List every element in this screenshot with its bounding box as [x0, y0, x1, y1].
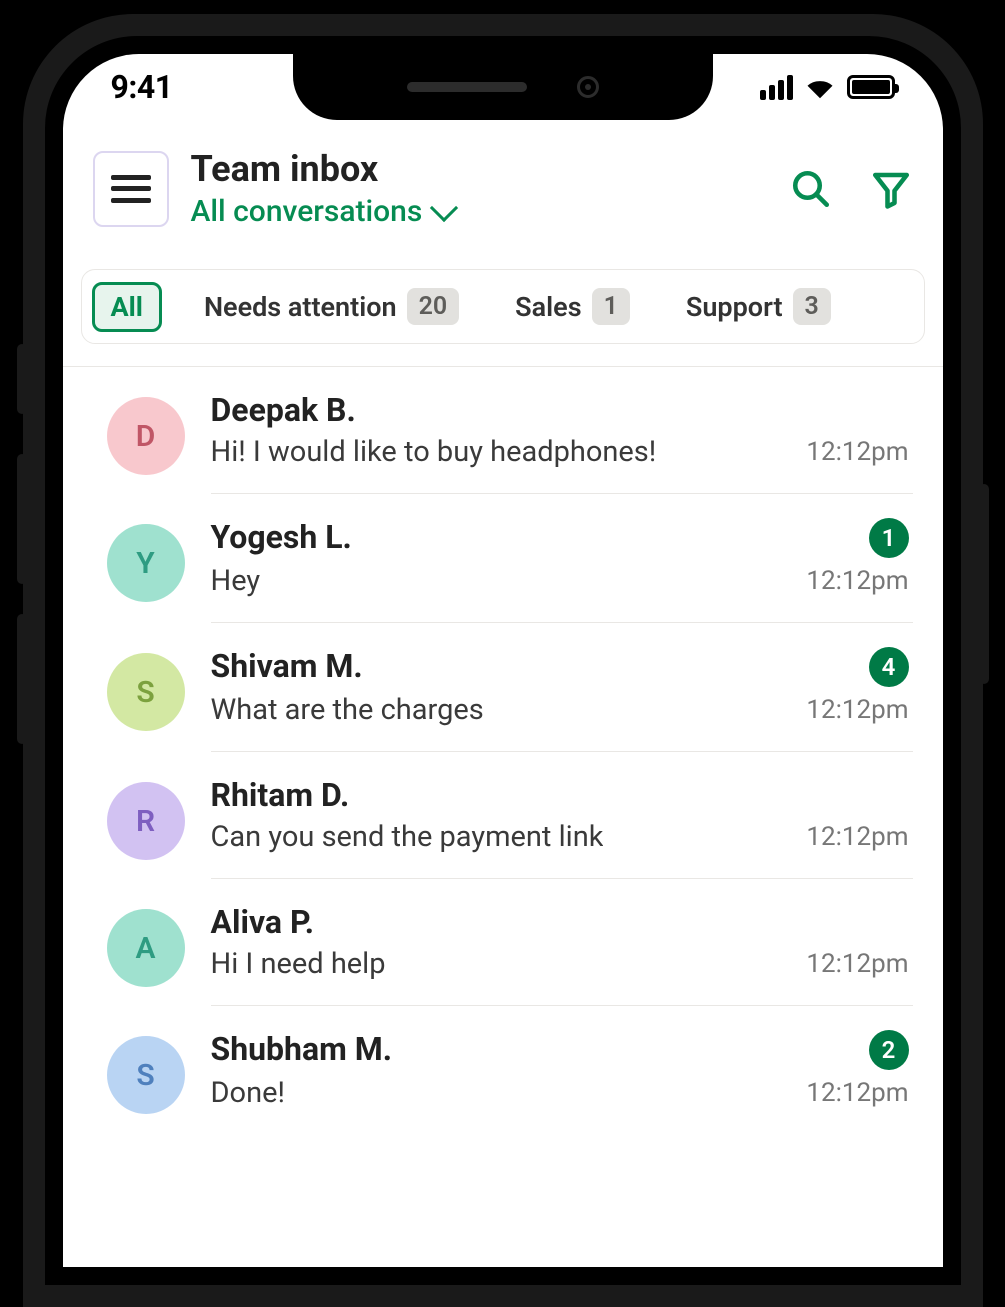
phone-notch — [293, 54, 713, 120]
filter-chip-count: 20 — [407, 288, 460, 325]
header-titles: Team inbox All conversations — [191, 148, 767, 229]
search-button[interactable] — [789, 167, 833, 211]
filter-chip-sales[interactable]: Sales 1 — [501, 280, 644, 333]
filter-chip-label: All — [111, 291, 143, 323]
unread-badge: 4 — [869, 647, 909, 687]
filter-chip-count: 3 — [793, 288, 831, 325]
phone-volume-down — [17, 614, 27, 744]
message-time: 12:12pm — [806, 566, 908, 596]
contact-name: Yogesh L. — [211, 518, 352, 556]
header-subtitle-dropdown[interactable]: All conversations — [191, 194, 767, 229]
chevron-down-icon — [430, 193, 458, 221]
message-time: 12:12pm — [806, 437, 908, 467]
phone-bezel: 9:41 Team inbox — [45, 36, 961, 1285]
hamburger-icon — [111, 175, 151, 203]
message-preview: Hi I need help — [211, 947, 386, 981]
avatar: S — [107, 1036, 185, 1114]
avatar: S — [107, 653, 185, 731]
avatar: Y — [107, 524, 185, 602]
filter-bar: All Needs attention 20 Sales 1 Support 3 — [81, 269, 925, 344]
message-time: 12:12pm — [806, 1078, 908, 1108]
conversation-row[interactable]: S Shubham M. 2 Done! 12:12pm — [63, 1006, 943, 1134]
contact-name: Aliva P. — [211, 903, 314, 941]
search-icon — [790, 168, 832, 210]
unread-badge: 1 — [869, 518, 909, 558]
menu-button[interactable] — [93, 151, 169, 227]
contact-name: Shubham M. — [211, 1030, 393, 1068]
app-header: Team inbox All conversations — [63, 120, 943, 249]
phone-power-button — [979, 484, 989, 684]
contact-name: Deepak B. — [211, 391, 356, 429]
avatar: R — [107, 782, 185, 860]
message-preview: Hi! I would like to buy headphones! — [211, 435, 657, 469]
message-time: 12:12pm — [806, 949, 908, 979]
header-actions — [789, 167, 913, 211]
conversation-list: D Deepak B. Hi! I would like to buy head… — [63, 367, 943, 1134]
avatar: A — [107, 909, 185, 987]
filter-chip-needs-attention[interactable]: Needs attention 20 — [190, 280, 473, 333]
conversation-row[interactable]: S Shivam M. 4 What are the charges 12:12… — [63, 623, 943, 752]
cellular-signal-icon — [760, 75, 793, 100]
filter-button[interactable] — [869, 167, 913, 211]
message-time: 12:12pm — [806, 822, 908, 852]
unread-badge: 2 — [869, 1030, 909, 1070]
conversation-row[interactable]: R Rhitam D. Can you send the payment lin… — [63, 752, 943, 879]
contact-name: Shivam M. — [211, 647, 363, 685]
filter-chip-count: 1 — [592, 288, 630, 325]
front-camera — [577, 76, 599, 98]
filter-chip-support[interactable]: Support 3 — [672, 280, 845, 333]
phone-side-button — [17, 344, 27, 414]
status-icons — [760, 75, 895, 100]
conversation-row[interactable]: D Deepak B. Hi! I would like to buy head… — [63, 367, 943, 494]
avatar: D — [107, 397, 185, 475]
header-subtitle-label: All conversations — [191, 194, 423, 229]
message-time: 12:12pm — [806, 695, 908, 725]
speaker-grille — [407, 82, 527, 92]
contact-name: Rhitam D. — [211, 776, 350, 814]
conversation-row[interactable]: A Aliva P. Hi I need help 12:12pm — [63, 879, 943, 1006]
status-time: 9:41 — [111, 68, 173, 106]
wifi-icon — [805, 75, 835, 99]
conversation-row[interactable]: Y Yogesh L. 1 Hey 12:12pm — [63, 494, 943, 623]
funnel-icon — [870, 168, 912, 210]
filter-chip-label: Support — [686, 291, 783, 323]
message-preview: Done! — [211, 1076, 285, 1110]
phone-frame: 9:41 Team inbox — [23, 14, 983, 1307]
page-title: Team inbox — [191, 148, 767, 190]
message-preview: Hey — [211, 564, 261, 598]
phone-screen: 9:41 Team inbox — [63, 54, 943, 1267]
message-preview: What are the charges — [211, 693, 484, 727]
filter-chip-label: Sales — [515, 291, 581, 323]
message-preview: Can you send the payment link — [211, 820, 604, 854]
phone-volume-up — [17, 454, 27, 584]
filter-chip-label: Needs attention — [204, 291, 397, 323]
battery-icon — [847, 75, 895, 99]
filter-chip-all[interactable]: All — [92, 282, 162, 332]
